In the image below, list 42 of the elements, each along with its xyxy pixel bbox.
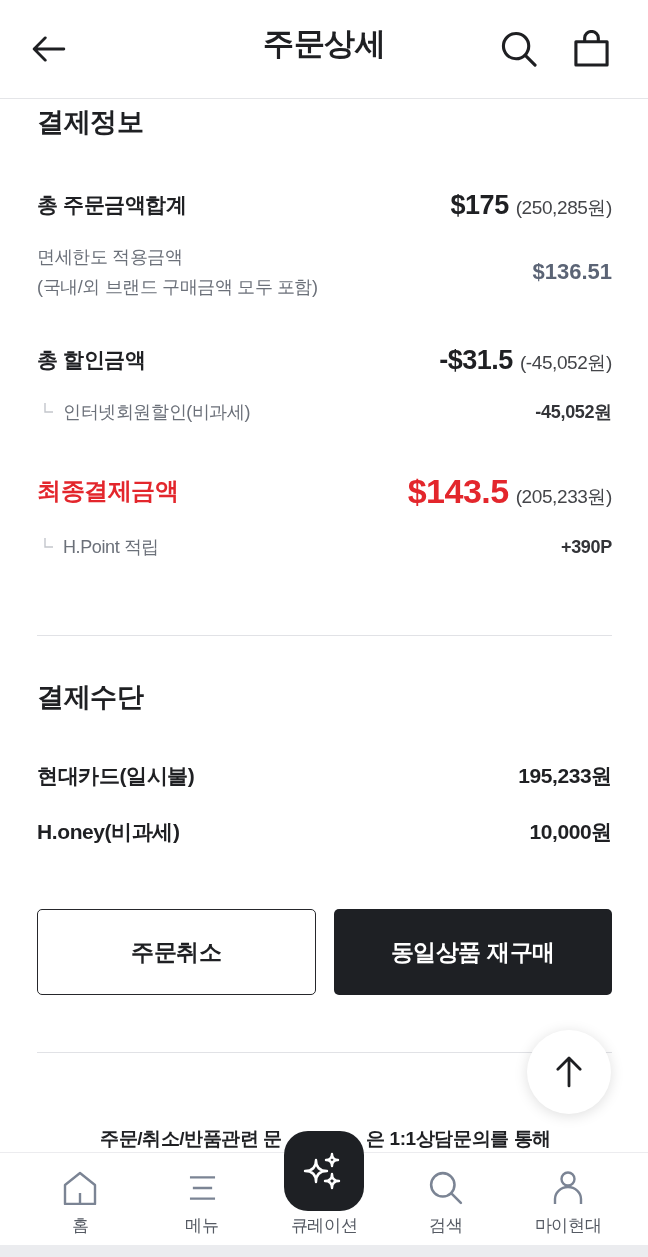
indent-corner-icon — [44, 403, 53, 413]
krw-amount: (-45,052원) — [519, 351, 612, 375]
notice-text: 은 1:1상담문의를 통해 — [366, 1127, 551, 1151]
total-label: 총 주문금액합계 — [37, 192, 187, 218]
final-total-label: 최종결제금액 — [37, 476, 179, 506]
menu-icon — [188, 1175, 216, 1201]
shopping-bag-icon[interactable] — [573, 29, 610, 67]
nav-tab[interactable]: 검색 — [385, 1171, 507, 1245]
nav-tab[interactable]: 큐레이션 — [284, 1131, 364, 1245]
home-icon — [63, 1171, 97, 1205]
krw-amount: (205,233원) — [515, 485, 612, 509]
search-icon[interactable] — [501, 31, 537, 67]
nav-tab[interactable]: 마이현대 — [507, 1171, 629, 1245]
up-arrow-icon — [556, 1056, 582, 1088]
back-arrow-icon[interactable] — [32, 36, 66, 62]
payment-amount: 195,233원 — [518, 763, 612, 789]
payment-method-label: 현대카드(일시불) — [37, 763, 195, 789]
reorder-button[interactable]: 동일상품 재구매 — [333, 909, 612, 995]
payment-amount: 10,000원 — [529, 819, 612, 845]
indent-corner-icon — [44, 538, 53, 548]
nav-tab[interactable]: 홈 — [19, 1171, 141, 1245]
usd-amount: $175 — [450, 189, 509, 222]
search-icon — [429, 1171, 463, 1205]
note-text: 면세한도 적용금액 — [37, 246, 183, 269]
usd-amount: $136.51 — [532, 258, 612, 286]
section-heading: 결제수단 — [37, 681, 143, 714]
sub-item-label: H.Point 적립 — [63, 536, 160, 559]
sub-item-label: 인터넷회원할인(비과세) — [63, 401, 251, 424]
note-text: (국내/외 브랜드 구매금액 모두 포함) — [37, 276, 318, 299]
sub-amount: +390P — [560, 536, 612, 559]
sub-amount: -45,052원 — [535, 401, 612, 424]
total-label: 총 할인금액 — [37, 347, 146, 373]
nav-tab[interactable]: 메뉴 — [141, 1171, 263, 1245]
cancel-order-button[interactable]: 주문취소 — [37, 909, 316, 995]
usd-amount: $143.5 — [407, 471, 509, 512]
notice-text: 주문/취소/반품관련 문 — [99, 1127, 282, 1151]
usd-amount: -$31.5 — [439, 344, 513, 377]
payment-method-label: H.oney(비과세) — [37, 819, 180, 845]
section-heading: 결제정보 — [37, 106, 143, 139]
page-title: 주문상세 — [263, 25, 385, 63]
person-icon — [551, 1171, 585, 1205]
krw-amount: (250,285원) — [515, 196, 612, 220]
